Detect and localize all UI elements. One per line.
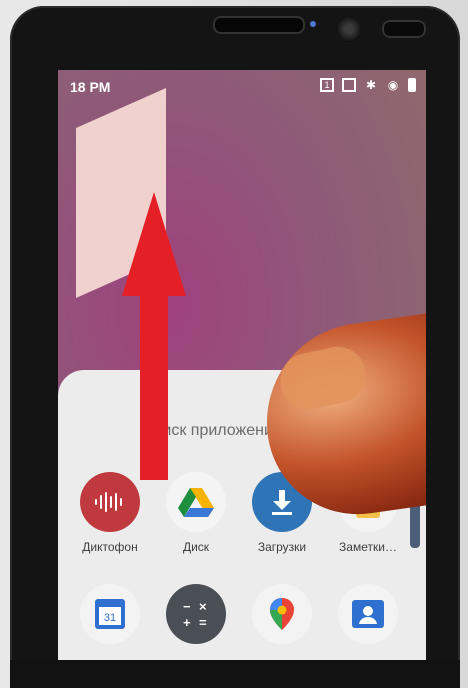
calendar-icon: 31 [80,584,140,644]
bluetooth-icon: ✱ [365,78,377,92]
svg-text:×: × [199,599,207,614]
earpiece-speaker [213,16,305,34]
voice-recorder-icon [80,472,140,532]
calendar-date: 31 [104,612,116,624]
app-calculator[interactable]: − × + = [154,584,238,644]
app-calendar[interactable]: 31 [68,584,152,644]
status-icons: 1 ✱ ◉ [320,78,416,92]
contacts-icon [338,584,398,644]
maps-pin-icon [252,584,312,644]
svg-text:=: = [199,615,207,630]
status-time: 18 PM [70,79,111,95]
svg-text:−: − [183,599,191,614]
proximity-sensor [310,21,316,27]
status-bar: 18 PM 1 ✱ ◉ [58,70,426,104]
google-drive-icon [166,472,226,532]
app-drive[interactable]: Диск [154,472,238,554]
app-label: Загрузки [257,540,307,554]
app-label: Заметки… [339,540,397,554]
phone-screen[interactable]: 18 PM 1 ✱ ◉ Поиск приложений Диктофон Ди… [58,70,426,660]
battery-icon [408,78,416,92]
app-maps[interactable] [240,584,324,644]
app-label: Диск [182,540,210,554]
svg-text:+: + [183,615,191,630]
photo-notification-icon [342,78,356,92]
app-voice-recorder[interactable]: Диктофон [68,472,152,554]
swipe-up-arrow-head [122,192,186,296]
light-sensor [382,20,426,38]
phone-bottom-bezel [10,660,460,688]
app-contacts[interactable] [326,584,410,644]
vibrate-icon: ◉ [387,78,399,92]
calculator-icon: − × + = [166,584,226,644]
swipe-up-arrow [140,290,168,480]
app-label: Диктофон [82,540,138,554]
front-camera [334,14,364,44]
notification-box-icon: 1 [320,78,334,92]
